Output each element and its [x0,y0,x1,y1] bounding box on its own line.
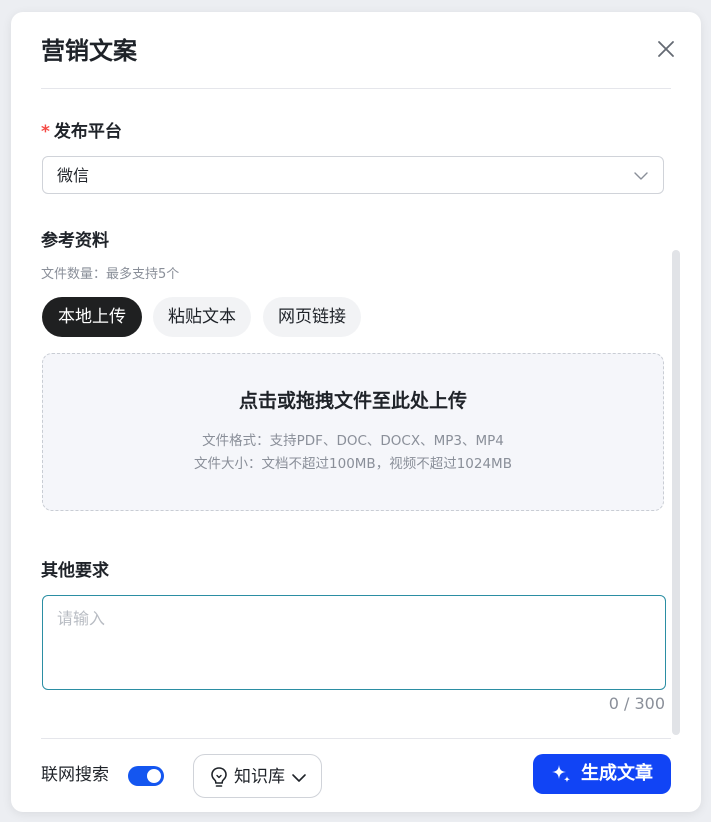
sparkle-icon [550,763,572,785]
char-counter: 0 / 300 [608,694,665,713]
platform-label-text: 发布平台 [53,122,122,142]
footer-divider [41,738,671,739]
knowledge-base-label: 知识库 [234,767,285,787]
header-divider [41,88,671,89]
other-requirements-input[interactable] [42,595,666,690]
file-count-hint: 文件数量：最多支持5个 [41,267,180,282]
web-search-toggle[interactable] [128,766,164,786]
other-requirements-label: 其他要求 [41,561,109,581]
tab-paste-text[interactable]: 粘贴文本 [153,297,251,337]
platform-selected-value: 微信 [57,166,90,185]
tab-local-upload[interactable]: 本地上传 [42,297,142,337]
web-search-label: 联网搜索 [41,765,109,785]
generate-article-label: 生成文章 [581,763,653,784]
platform-label: * 发布平台 [41,120,122,144]
dialog-title: 营销文案 [41,37,137,65]
tab-web-link[interactable]: 网页链接 [263,297,361,337]
toggle-knob [147,769,161,783]
scrollbar[interactable] [672,250,680,735]
dropzone-size: 文件大小：文档不超过100MB，视频不超过1024MB [194,456,512,472]
required-mark: * [41,122,50,142]
dropzone-title: 点击或拖拽文件至此处上传 [238,390,467,412]
chevron-down-icon [291,770,307,784]
upload-dropzone[interactable]: 点击或拖拽文件至此处上传 文件格式：支持PDF、DOC、DOCX、MP3、MP4… [42,353,664,511]
platform-select[interactable]: 微信 [42,156,664,194]
generate-article-button[interactable]: 生成文章 [533,754,671,794]
lightbulb-icon [209,766,229,788]
marketing-copy-dialog: 营销文案 * 发布平台 微信 参考资料 文件数量：最多支持5个 本地上传 粘贴文本… [11,12,701,812]
chevron-down-icon [633,168,649,184]
reference-label: 参考资料 [41,231,109,251]
close-icon[interactable] [655,38,677,60]
knowledge-base-button[interactable]: 知识库 [193,754,322,798]
dropzone-formats: 文件格式：支持PDF、DOC、DOCX、MP3、MP4 [202,433,504,449]
